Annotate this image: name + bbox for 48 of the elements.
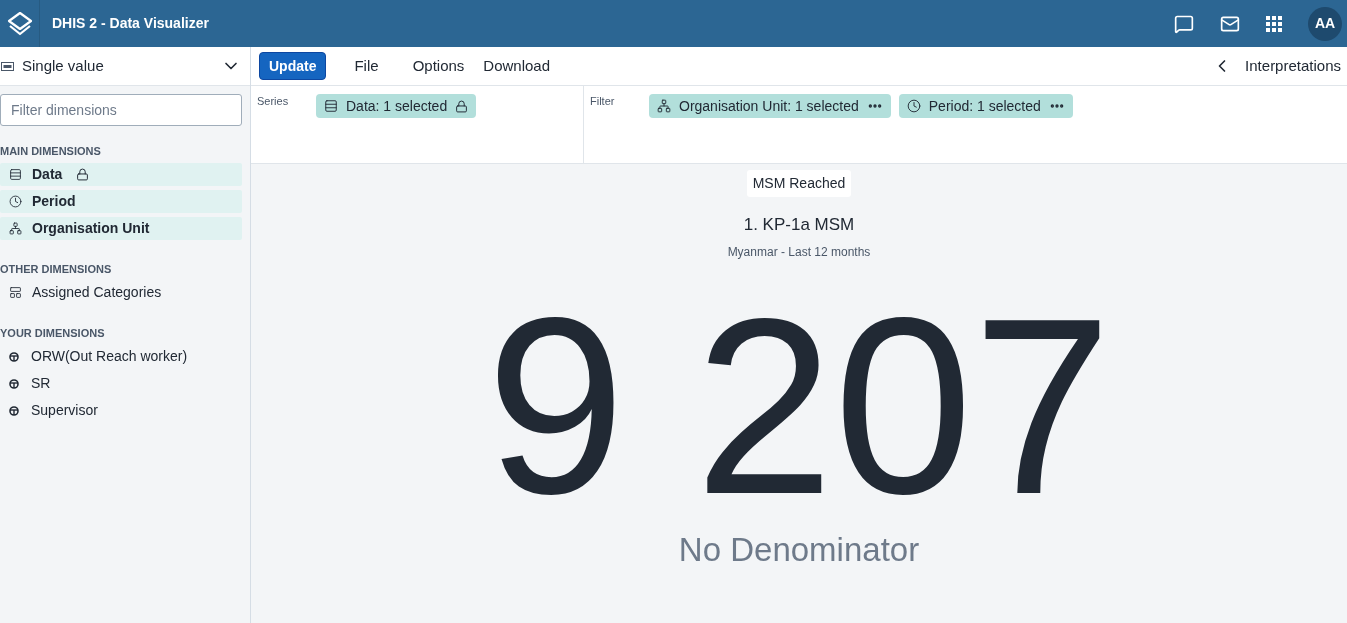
menu-item[interactable]: File xyxy=(346,52,387,80)
dimension-chip[interactable]: Period: 1 selected xyxy=(898,94,1073,118)
section-heading: YOUR DIMENSIONS xyxy=(0,326,106,340)
hierarchy-icon xyxy=(657,99,671,113)
apps-grid-icon[interactable] xyxy=(1266,15,1282,32)
interpretations-toggle[interactable]: Interpretations xyxy=(1212,54,1341,78)
section-heading: OTHER DIMENSIONS xyxy=(0,262,113,276)
data-list-icon xyxy=(9,168,22,181)
clock-icon xyxy=(906,99,921,113)
table-layout-icon xyxy=(9,286,22,299)
menu-item[interactable]: Options xyxy=(404,52,473,80)
dimension-icon xyxy=(9,378,19,389)
dimension-item[interactable]: Assigned Categories xyxy=(0,281,242,304)
dimension-chip[interactable]: Data: 1 selected xyxy=(316,94,477,118)
single-value: 9 207 xyxy=(486,296,1112,517)
number-icon xyxy=(1,61,14,71)
dimension-icon xyxy=(9,405,19,416)
visualization-type-selector[interactable]: Single value xyxy=(0,47,250,86)
lock-icon xyxy=(76,168,90,181)
chip-label: Data: 1 selected xyxy=(346,96,448,116)
chat-icon[interactable] xyxy=(1174,13,1194,34)
clock-icon xyxy=(9,195,22,208)
filter-field[interactable]: Filter dimensions xyxy=(0,94,242,126)
axis-label: Series xyxy=(257,94,290,109)
dimension-icon xyxy=(9,351,19,362)
dimension-item[interactable]: Data xyxy=(0,163,242,186)
dimension-item[interactable]: Period xyxy=(0,190,242,213)
app-title: DHIS 2 - Data Visualizer xyxy=(52,14,209,33)
dimension-item[interactable]: Supervisor xyxy=(0,399,242,422)
dimension-item[interactable]: SR xyxy=(0,372,242,395)
axis-label: Filter xyxy=(590,94,616,109)
dimension-item[interactable]: Organisation Unit xyxy=(0,217,242,240)
section-heading: MAIN DIMENSIONS xyxy=(0,144,102,158)
update-button[interactable]: Update xyxy=(259,52,327,80)
user-avatar[interactable]: AA xyxy=(1308,6,1342,41)
visualization-name: MSM Reached xyxy=(746,170,852,197)
menu-item[interactable]: Download xyxy=(475,52,559,80)
value-caption: No Denominator xyxy=(678,529,920,570)
dimension-chip[interactable]: Organisation Unit: 1 selected xyxy=(649,94,891,118)
data-list-icon xyxy=(324,99,338,113)
lock-icon xyxy=(455,99,469,113)
hierarchy-icon xyxy=(9,222,22,235)
visualization-title: 1. KP-1a MSM xyxy=(743,214,855,236)
visualization-subtitle: Myanmar - Last 12 months xyxy=(727,243,871,261)
dimension-item[interactable]: ORW(Out Reach worker) xyxy=(0,345,242,368)
chip-label: Organisation Unit: 1 selected xyxy=(679,96,859,116)
chip-label: Period: 1 selected xyxy=(928,96,1041,116)
logo-icon xyxy=(5,9,34,38)
